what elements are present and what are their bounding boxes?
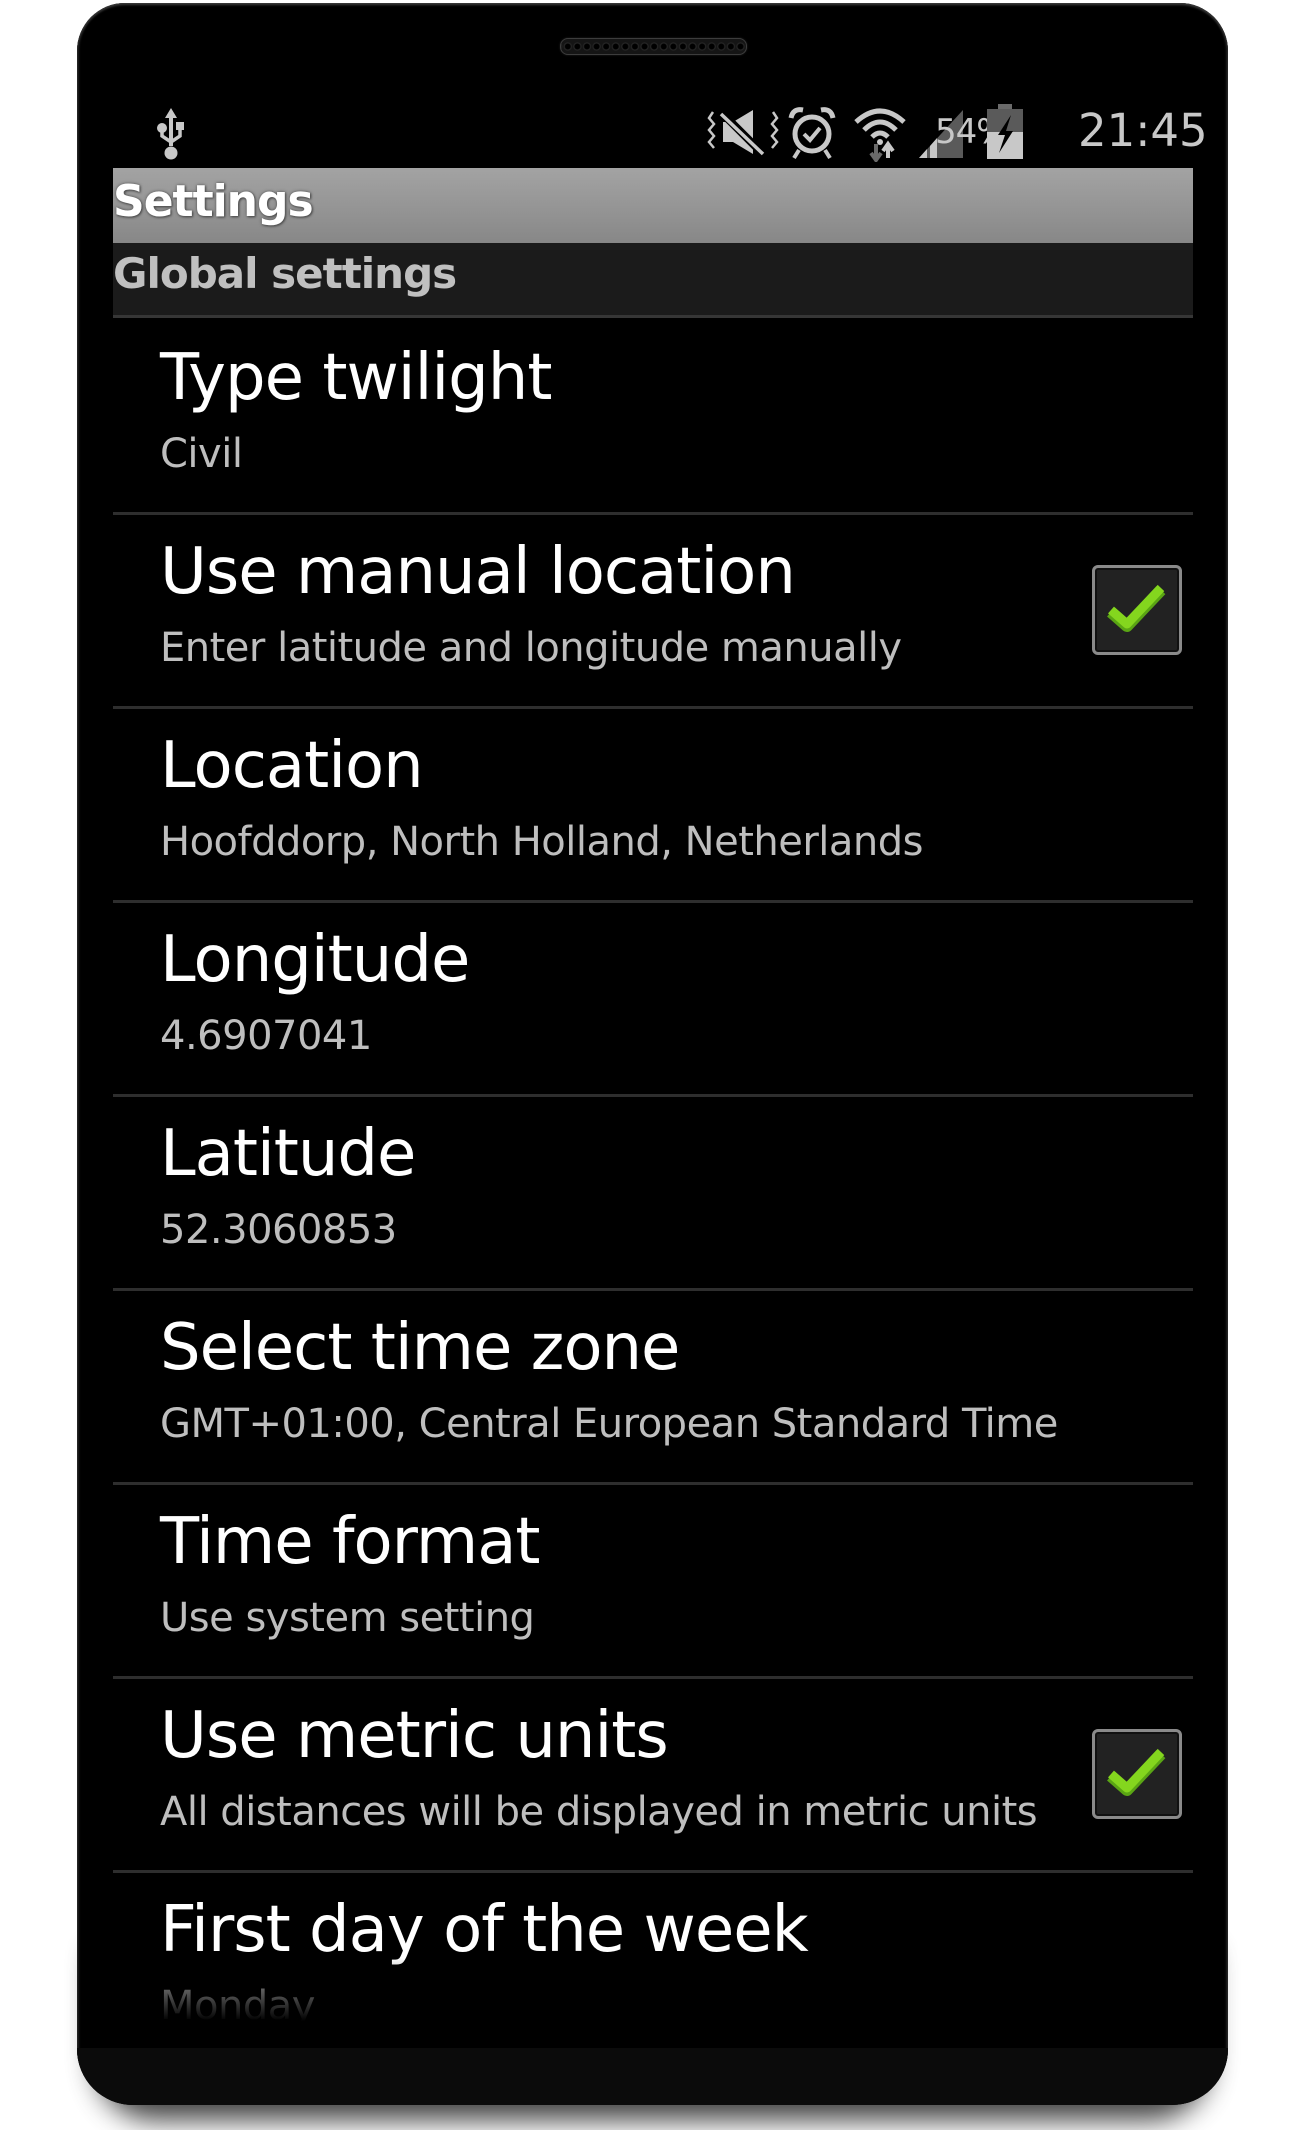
setting-use-manual-location[interactable]: Use manual location Enter latitude and l…: [113, 515, 1193, 709]
bottom-bezel: [77, 2048, 1228, 2105]
setting-summary: Use system setting: [160, 1595, 535, 1641]
app-title-bar: Settings: [113, 168, 1193, 243]
settings-list: Type twilight Civil Use manual location …: [113, 321, 1193, 2048]
status-bar: 54% 21:45: [113, 98, 1208, 168]
setting-title: Location: [160, 729, 424, 803]
setting-title: Longitude: [160, 923, 470, 997]
battery-charging-icon: [986, 104, 1024, 164]
checkmark-icon: [1107, 584, 1166, 632]
setting-summary: 4.6907041: [160, 1013, 372, 1059]
screen: Settings Global settings Type twilight C…: [113, 168, 1193, 2048]
setting-title: Type twilight: [160, 341, 552, 415]
checkmark-icon: [1107, 1748, 1166, 1796]
phone-frame: 54% 21:45 Settings Global settings Type …: [77, 3, 1228, 2105]
setting-use-metric-units[interactable]: Use metric units All distances will be d…: [113, 1679, 1193, 1873]
vibrate-mute-icon: [707, 108, 779, 162]
setting-summary: Civil: [160, 431, 243, 477]
setting-longitude[interactable]: Longitude 4.6907041: [113, 903, 1193, 1097]
clock: 21:45: [1078, 104, 1208, 157]
setting-title: Time format: [160, 1505, 540, 1579]
setting-title: Use metric units: [160, 1699, 669, 1773]
alarm-icon: [787, 106, 837, 164]
setting-title: Latitude: [160, 1117, 416, 1191]
setting-select-time-zone[interactable]: Select time zone GMT+01:00, Central Euro…: [113, 1291, 1193, 1485]
setting-summary: Hoofddorp, North Holland, Netherlands: [160, 819, 924, 865]
section-header-label: Global settings: [113, 249, 457, 298]
setting-latitude[interactable]: Latitude 52.3060853: [113, 1097, 1193, 1291]
setting-summary: All distances will be displayed in metri…: [160, 1789, 1038, 1835]
speaker-grill: [560, 38, 747, 55]
setting-title: Select time zone: [160, 1311, 680, 1385]
setting-time-format[interactable]: Time format Use system setting: [113, 1485, 1193, 1679]
metric-units-checkbox[interactable]: [1092, 1729, 1182, 1819]
setting-summary: Enter latitude and longitude manually: [160, 625, 902, 671]
setting-location[interactable]: Location Hoofddorp, North Holland, Nethe…: [113, 709, 1193, 903]
page-title: Settings: [113, 176, 314, 227]
section-header: Global settings: [113, 243, 1193, 318]
setting-title: Use manual location: [160, 535, 796, 609]
wifi-icon: [853, 106, 907, 166]
setting-title: First day of the week: [160, 1893, 809, 1967]
usb-icon: [155, 106, 187, 166]
setting-summary: 52.3060853: [160, 1207, 397, 1253]
manual-location-checkbox[interactable]: [1092, 565, 1182, 655]
setting-summary: GMT+01:00, Central European Standard Tim…: [160, 1401, 1058, 1447]
setting-type-twilight[interactable]: Type twilight Civil: [113, 321, 1193, 515]
scroll-fade: [113, 1958, 1193, 2048]
